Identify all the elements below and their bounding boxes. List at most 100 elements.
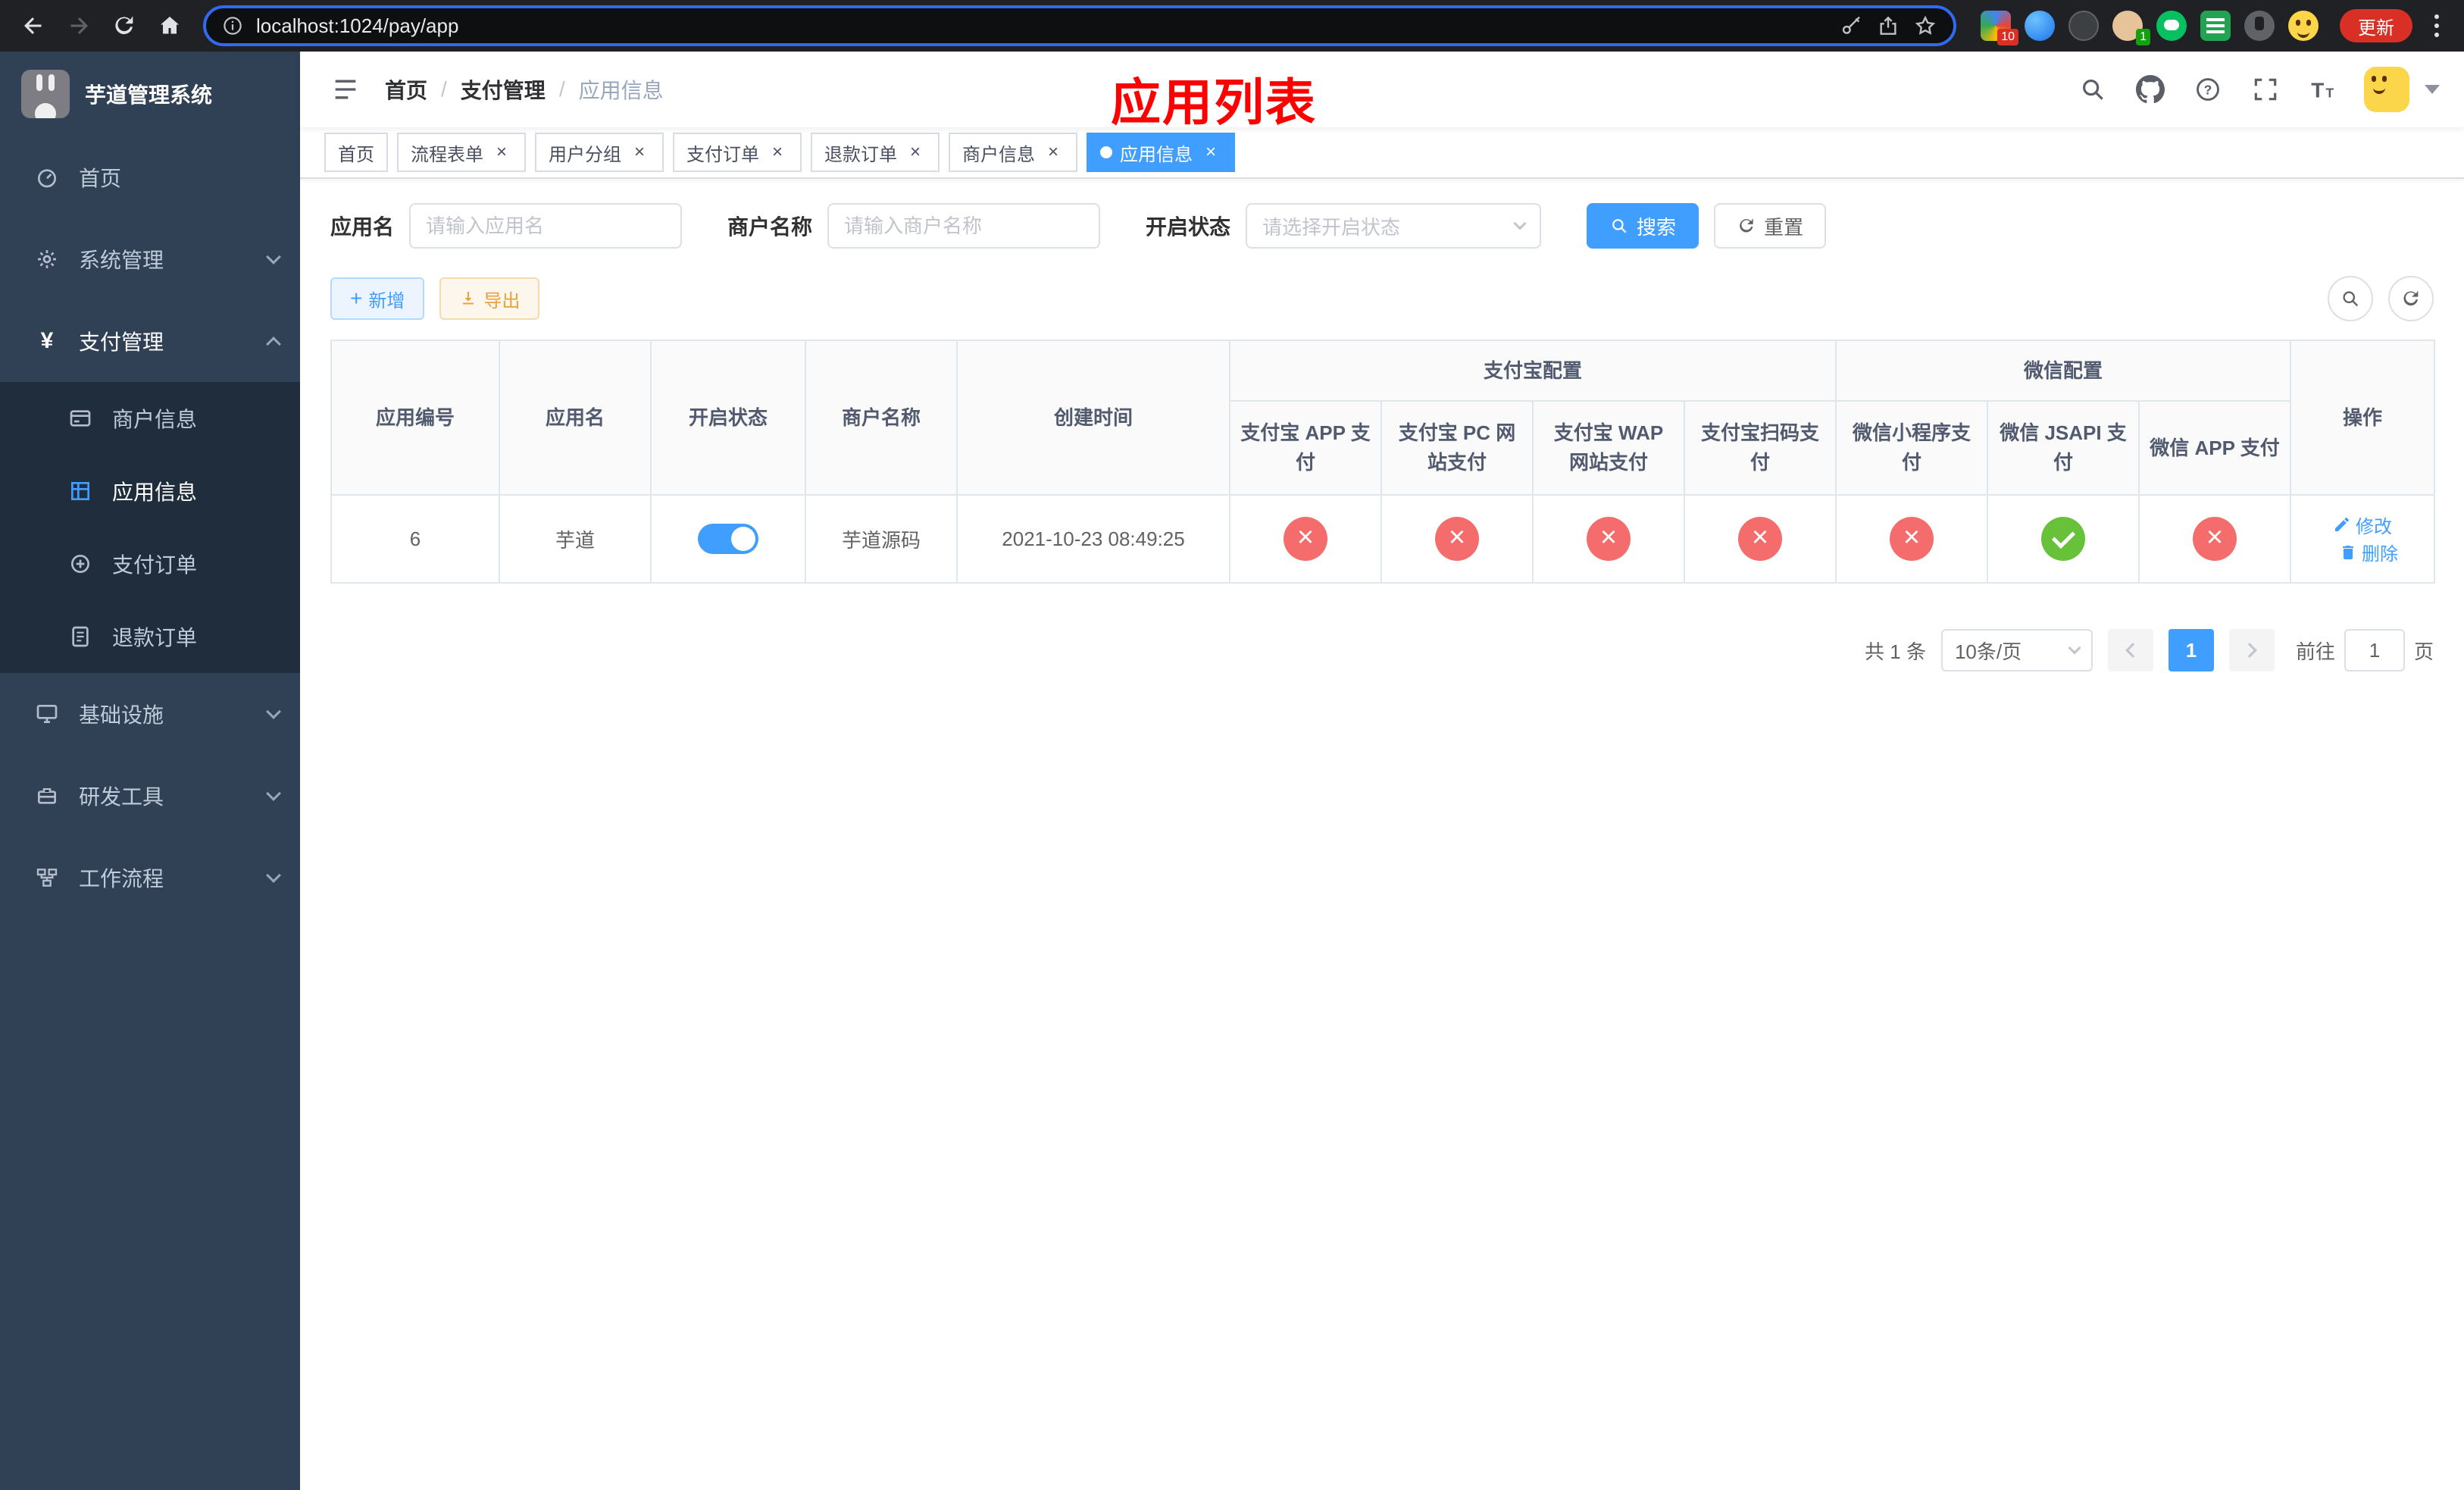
chevron-down-icon[interactable]	[2425, 85, 2440, 94]
breadcrumb: 首页 支付管理 应用信息	[385, 74, 664, 105]
browser-reload-button[interactable]	[103, 5, 145, 47]
help-icon[interactable]	[2191, 73, 2225, 106]
user-avatar[interactable]	[2364, 67, 2409, 112]
chevron-down-icon	[1513, 217, 1527, 230]
extension-icon-1[interactable]: 10	[1981, 11, 2018, 45]
breadcrumb-separator	[559, 77, 565, 102]
cell-status	[650, 494, 806, 584]
address-bar[interactable]: localhost:1024/pay/app	[203, 5, 1956, 46]
next-page-button[interactable]	[2228, 629, 2275, 671]
tab-user-group[interactable]: 用户分组 ×	[535, 133, 664, 172]
extension-icon-5[interactable]	[2156, 11, 2187, 41]
tab-home[interactable]: 首页	[324, 133, 388, 172]
status-select[interactable]: 请选择开启状态	[1246, 203, 1542, 249]
sidebar-item-payment[interactable]: ¥ 支付管理	[0, 300, 300, 382]
chevron-down-icon	[266, 868, 281, 883]
merchant-name-label: 商户名称	[727, 215, 813, 239]
close-icon[interactable]: ×	[1200, 142, 1221, 163]
tab-pay-order[interactable]: 支付订单 ×	[673, 133, 802, 172]
browser-update-button[interactable]: 更新	[2340, 9, 2412, 42]
alipay-wap-status-icon	[1587, 517, 1631, 561]
browser-forward-button[interactable]	[58, 5, 100, 47]
app-name-label: 应用名	[330, 215, 395, 239]
chevron-right-icon	[2242, 643, 2257, 658]
page-number-button[interactable]: 1	[2168, 629, 2214, 671]
refresh-button[interactable]	[2388, 276, 2434, 321]
tab-refund-order[interactable]: 退款订单 ×	[811, 133, 940, 172]
sidebar-item-infrastructure[interactable]: 基础设施	[0, 673, 300, 755]
tab-app-info[interactable]: 应用信息 ×	[1087, 133, 1235, 172]
sidebar-item-pay-order[interactable]: 支付订单	[0, 527, 300, 600]
github-icon[interactable]	[2134, 73, 2167, 106]
export-button[interactable]: 导出	[439, 277, 540, 320]
site-info-icon[interactable]	[221, 14, 244, 37]
filter-form: 应用名 商户名称 开启状态 请选择开启状态	[330, 203, 2434, 249]
sidebar-item-app-info[interactable]: 应用信息	[0, 455, 300, 527]
close-icon[interactable]: ×	[905, 142, 926, 163]
sidebar-item-home[interactable]: 首页	[0, 136, 300, 218]
active-dot-icon	[1100, 146, 1112, 158]
extension-icon-2[interactable]	[2025, 11, 2055, 41]
col-status: 开启状态	[650, 340, 806, 496]
sidebar: 芋道管理系统 首页 系统管理 ¥ 支付管理 商户信息 应用信息 支付订单 退款订…	[0, 52, 300, 1490]
chevron-left-icon	[2125, 643, 2140, 658]
close-icon[interactable]: ×	[629, 142, 650, 163]
status-toggle[interactable]	[698, 524, 758, 554]
sidebar-item-dev-tools[interactable]: 研发工具	[0, 755, 300, 837]
close-icon[interactable]: ×	[491, 142, 512, 163]
prev-page-button[interactable]	[2107, 629, 2153, 671]
search-icon[interactable]	[2076, 73, 2109, 106]
fullscreen-icon[interactable]	[2249, 73, 2282, 106]
sidebar-item-merchant-info[interactable]: 商户信息	[0, 382, 300, 455]
gear-icon	[33, 247, 61, 271]
toolbox-icon	[33, 784, 61, 808]
sidebar-item-refund-order[interactable]: 退款订单	[0, 600, 300, 673]
yen-icon: ¥	[40, 328, 54, 353]
sidebar-item-system[interactable]: 系统管理	[0, 218, 300, 300]
merchant-name-input[interactable]	[844, 214, 1084, 238]
reset-button[interactable]: 重置	[1714, 203, 1827, 249]
bookmark-star-icon[interactable]	[1912, 13, 1938, 39]
password-key-icon[interactable]	[1840, 14, 1864, 38]
merchant-name-field-wrap	[827, 203, 1101, 249]
browser-home-button[interactable]	[149, 5, 191, 47]
col-wechat-app: 微信 APP 支付	[2138, 400, 2292, 496]
font-size-icon[interactable]	[2306, 73, 2340, 106]
add-button[interactable]: + 新增	[330, 277, 425, 320]
delete-button[interactable]: 删除	[2339, 539, 2398, 565]
extension-icon-6[interactable]	[2200, 11, 2231, 41]
app-name-field-wrap	[409, 203, 683, 249]
browser-back-button[interactable]	[12, 5, 55, 47]
page-jump-input[interactable]	[2344, 629, 2405, 671]
app-title: 芋道管理系统	[85, 83, 213, 107]
page-jump: 前往 页	[2296, 629, 2434, 671]
search-button[interactable]: 搜索	[1587, 203, 1699, 249]
sidebar-toggle-icon[interactable]	[324, 68, 367, 111]
edit-button[interactable]: 修改	[2333, 512, 2392, 538]
breadcrumb-payment[interactable]: 支付管理	[461, 74, 546, 105]
col-wechat-mini: 微信小程序支付	[1835, 400, 1989, 496]
profile-avatar-icon[interactable]	[2288, 11, 2319, 41]
url-text[interactable]: localhost:1024/pay/app	[256, 14, 458, 38]
app-name-input[interactable]	[426, 214, 666, 238]
tab-process-form[interactable]: 流程表单 ×	[397, 133, 526, 172]
sidebar-logo[interactable]: 芋道管理系统	[0, 52, 300, 136]
extension-icon-7[interactable]	[2244, 11, 2275, 41]
close-icon[interactable]: ×	[767, 142, 788, 163]
toggle-search-button[interactable]	[2328, 276, 2373, 321]
browser-menu-icon[interactable]	[2422, 5, 2452, 47]
breadcrumb-home[interactable]: 首页	[385, 74, 427, 105]
page-size-select[interactable]: 10条/页	[1940, 629, 2093, 671]
chevron-up-icon	[266, 337, 281, 352]
col-group-wechat: 微信配置	[1835, 340, 2292, 402]
monitor-icon	[33, 702, 61, 726]
page-content: 应用名 商户名称 开启状态 请选择开启状态	[300, 179, 2464, 1490]
tab-merchant-info[interactable]: 商户信息 ×	[949, 133, 1077, 172]
col-wechat-jsapi: 微信 JSAPI 支付	[1987, 400, 2140, 496]
extension-icon-3[interactable]	[2068, 11, 2099, 41]
main-area: 首页 支付管理 应用信息	[300, 52, 2464, 1490]
close-icon[interactable]: ×	[1043, 142, 1064, 163]
share-icon[interactable]	[1876, 14, 1900, 38]
sidebar-item-workflow[interactable]: 工作流程	[0, 837, 300, 919]
extension-icon-4[interactable]: 1	[2112, 11, 2150, 45]
